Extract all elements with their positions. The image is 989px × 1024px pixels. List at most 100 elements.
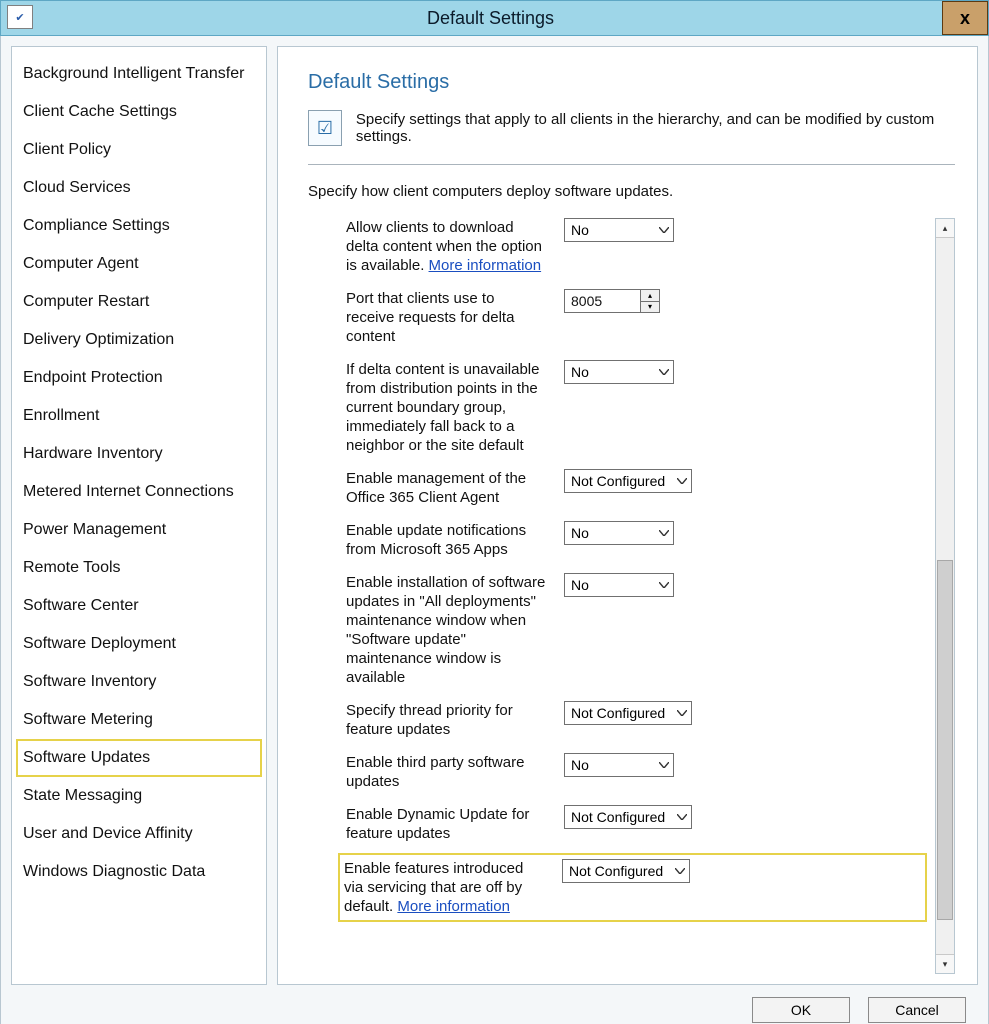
setting-select[interactable]: Not Configured (562, 859, 690, 883)
setting-label: Enable management of the Office 365 Clie… (346, 469, 546, 507)
sidebar-item-label: Hardware Inventory (23, 445, 163, 462)
scroll-up-arrow-icon[interactable]: ▴ (936, 219, 954, 238)
select-value: No (571, 222, 589, 238)
sidebar-item-label: Cloud Services (23, 179, 131, 196)
select-value: Not Configured (571, 809, 665, 825)
sidebar-item-label: Delivery Optimization (23, 331, 174, 348)
setting-row: Specify thread priority for feature upda… (346, 701, 923, 739)
sidebar-item[interactable]: Remote Tools (16, 549, 262, 587)
sidebar-item[interactable]: Windows Diagnostic Data (16, 853, 262, 891)
setting-label: Enable features introduced via servicing… (344, 859, 544, 916)
select-value: No (571, 577, 589, 593)
setting-row: Enable update notifications from Microso… (346, 521, 923, 559)
setting-row: Enable features introduced via servicing… (342, 857, 923, 918)
chevron-down-icon (659, 369, 669, 375)
select-value: Not Configured (571, 473, 665, 489)
setting-row: Enable installation of software updates … (346, 573, 923, 687)
more-information-link[interactable]: More information (429, 257, 542, 274)
scroll-down-arrow-icon[interactable]: ▾ (936, 954, 954, 973)
sidebar-item[interactable]: Endpoint Protection (16, 359, 262, 397)
sidebar-item[interactable]: State Messaging (16, 777, 262, 815)
select-value: Not Configured (571, 705, 665, 721)
sidebar-item-label: Windows Diagnostic Data (23, 863, 205, 880)
sidebar-item[interactable]: Client Cache Settings (16, 93, 262, 131)
dialog-footer: OK Cancel (11, 989, 978, 1023)
cancel-button[interactable]: Cancel (868, 997, 966, 1023)
sidebar-item[interactable]: Software Metering (16, 701, 262, 739)
sidebar-item[interactable]: Compliance Settings (16, 207, 262, 245)
sidebar-item-label: User and Device Affinity (23, 825, 193, 842)
sidebar-item-label: Software Center (23, 597, 139, 614)
setting-row: Enable management of the Office 365 Clie… (346, 469, 923, 507)
sidebar-item[interactable]: Software Updates (16, 739, 262, 777)
sidebar-item-label: Background Intelligent Transfer (23, 65, 244, 82)
spin-value[interactable]: 8005 (565, 290, 640, 312)
intro-text: Specify settings that apply to all clien… (356, 111, 955, 145)
setting-label: Port that clients use to receive request… (346, 289, 546, 346)
setting-select[interactable]: Not Configured (564, 469, 692, 493)
sidebar-item-label: Software Updates (23, 749, 150, 766)
intro-row: ☑ Specify settings that apply to all cli… (308, 110, 955, 146)
setting-select[interactable]: No (564, 573, 674, 597)
chevron-down-icon (675, 868, 685, 874)
spin-down-icon[interactable]: ▾ (641, 302, 659, 313)
port-spin-input[interactable]: 8005▴▾ (564, 289, 660, 313)
setting-select[interactable]: No (564, 521, 674, 545)
chevron-down-icon (659, 227, 669, 233)
spin-up-icon[interactable]: ▴ (641, 290, 659, 302)
close-button[interactable]: x (942, 1, 988, 35)
setting-row: Enable third party software updates No (346, 753, 923, 791)
sidebar-item[interactable]: Computer Agent (16, 245, 262, 283)
setting-label: If delta content is unavailable from dis… (346, 360, 546, 455)
sidebar-item[interactable]: Client Policy (16, 131, 262, 169)
sidebar-item[interactable]: Hardware Inventory (16, 435, 262, 473)
sidebar-item[interactable]: Background Intelligent Transfer (16, 55, 262, 93)
setting-select[interactable]: No (564, 753, 674, 777)
sidebar-item-label: Compliance Settings (23, 217, 170, 234)
sidebar-item-label: Software Deployment (23, 635, 176, 652)
chevron-down-icon (659, 762, 669, 768)
sidebar-item[interactable]: Delivery Optimization (16, 321, 262, 359)
sidebar-item[interactable]: Enrollment (16, 397, 262, 435)
sidebar-item-label: State Messaging (23, 787, 142, 804)
sidebar-item[interactable]: Software Center (16, 587, 262, 625)
select-value: No (571, 757, 589, 773)
setting-select[interactable]: Not Configured (564, 805, 692, 829)
sidebar-item[interactable]: Computer Restart (16, 283, 262, 321)
titlebar: ✔ Default Settings x (0, 0, 989, 36)
sidebar-item[interactable]: Metered Internet Connections (16, 473, 262, 511)
sidebar-item[interactable]: Cloud Services (16, 169, 262, 207)
setting-select[interactable]: Not Configured (564, 701, 692, 725)
sidebar-item[interactable]: Software Deployment (16, 625, 262, 663)
checklist-icon: ☑ (308, 110, 342, 146)
sidebar-item[interactable]: Software Inventory (16, 663, 262, 701)
setting-select[interactable]: No (564, 360, 674, 384)
sidebar-item-label: Endpoint Protection (23, 369, 163, 386)
setting-label: Allow clients to download delta content … (346, 218, 546, 275)
setting-row: Enable Dynamic Update for feature update… (346, 805, 923, 843)
main-panel: Default Settings ☑ Specify settings that… (277, 46, 978, 985)
scroll-track[interactable] (936, 238, 954, 954)
category-sidebar: Background Intelligent Transfer Client Ca… (11, 46, 267, 985)
scroll-thumb[interactable] (937, 560, 953, 920)
setting-select[interactable]: No (564, 218, 674, 242)
select-value: No (571, 364, 589, 380)
sidebar-item-label: Power Management (23, 521, 166, 538)
sidebar-item-label: Client Policy (23, 141, 111, 158)
setting-label: Enable update notifications from Microso… (346, 521, 546, 559)
sidebar-item-label: Software Metering (23, 711, 153, 728)
page-title: Default Settings (308, 71, 955, 94)
setting-label: Enable third party software updates (346, 753, 546, 791)
sidebar-item-label: Computer Restart (23, 293, 149, 310)
sidebar-item[interactable]: User and Device Affinity (16, 815, 262, 853)
setting-row: Allow clients to download delta content … (346, 218, 923, 275)
ok-button[interactable]: OK (752, 997, 850, 1023)
sidebar-item[interactable]: Power Management (16, 511, 262, 549)
more-information-link[interactable]: More information (397, 898, 510, 915)
chevron-down-icon (677, 710, 687, 716)
settings-scrollbar[interactable]: ▴ ▾ (935, 218, 955, 974)
sidebar-item-label: Client Cache Settings (23, 103, 177, 120)
setting-label: Enable Dynamic Update for feature update… (346, 805, 546, 843)
sidebar-item-label: Computer Agent (23, 255, 139, 272)
setting-row: If delta content is unavailable from dis… (346, 360, 923, 455)
